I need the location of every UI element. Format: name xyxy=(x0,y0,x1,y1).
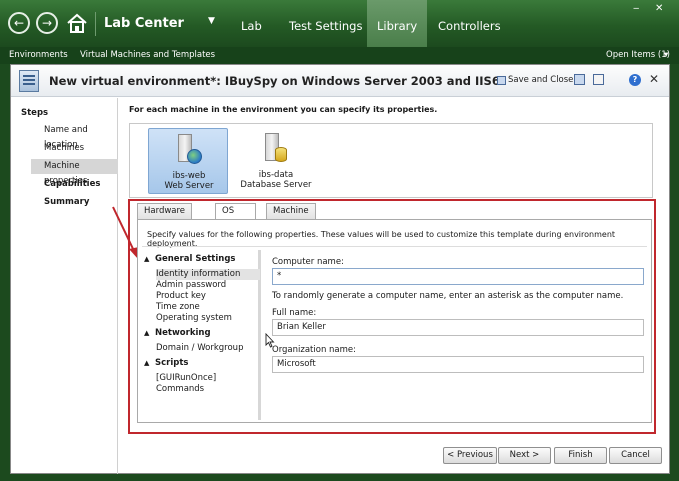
close-icon[interactable]: ✕ xyxy=(649,72,659,86)
window-close-icon[interactable]: ✕ xyxy=(655,3,663,14)
tree-item-operating-system[interactable]: Operating system xyxy=(156,313,260,324)
top-navigation-bar: ← → Lab Center ▼ Lab Test Settings Libra… xyxy=(0,0,679,47)
home-icon[interactable] xyxy=(66,13,88,33)
cancel-button[interactable]: Cancel xyxy=(609,447,662,464)
save-icon[interactable] xyxy=(574,74,585,85)
open-items-menu[interactable]: Open Items (1) xyxy=(606,50,670,60)
step-summary[interactable]: Summary xyxy=(31,195,118,210)
full-name-label: Full name: xyxy=(272,308,317,318)
divider xyxy=(142,246,647,247)
save-and-close-button[interactable]: Save and Close xyxy=(508,75,573,85)
tab-library[interactable]: Library xyxy=(367,0,428,47)
copy-icon[interactable] xyxy=(593,74,604,85)
machine-role: Database Server xyxy=(240,180,312,190)
computer-name-label: Computer name: xyxy=(272,257,344,267)
step-machine-properties[interactable]: Machine properties xyxy=(31,159,118,186)
machine-name: ibs-data xyxy=(258,170,294,180)
collapse-icon[interactable]: ▲ xyxy=(144,255,155,263)
nav-separator xyxy=(95,12,96,36)
help-icon[interactable]: ? xyxy=(629,74,641,86)
link-virtual-machines-templates[interactable]: Virtual Machines and Templates xyxy=(80,50,215,60)
app-title: Lab Center xyxy=(104,16,184,31)
collapse-icon[interactable]: ▲ xyxy=(144,329,155,337)
tab-os-profile[interactable]: OS profile xyxy=(215,203,256,231)
machine-role: Web Server xyxy=(164,181,214,191)
previous-button[interactable]: < Previous xyxy=(443,447,497,464)
instructions-text: For each machine in the environment you … xyxy=(129,105,438,114)
forward-icon[interactable]: → xyxy=(36,12,58,34)
tab-lab[interactable]: Lab xyxy=(231,0,272,47)
steps-panel: Steps Name and location Machines Machine… xyxy=(11,98,118,474)
minimize-icon[interactable]: ‒ xyxy=(633,3,639,14)
step-name-and-location[interactable]: Name and location xyxy=(31,123,118,150)
save-close-icon[interactable] xyxy=(497,76,506,85)
step-machines[interactable]: Machines xyxy=(31,141,118,156)
computer-name-hint: To randomly generate a computer name, en… xyxy=(272,291,624,301)
sub-navigation-bar: Environments Virtual Machines and Templa… xyxy=(0,47,679,64)
next-button[interactable]: Next > xyxy=(498,447,551,464)
globe-icon xyxy=(187,149,202,164)
tab-test-settings[interactable]: Test Settings xyxy=(279,0,372,47)
tree-item-guirunonce-commands[interactable]: [GUIRunOnce] Commands xyxy=(156,373,260,394)
organization-name-label: Organization name: xyxy=(272,345,357,355)
collapse-icon[interactable]: ▲ xyxy=(144,359,155,367)
computer-name-field[interactable]: * xyxy=(272,268,644,285)
database-icon xyxy=(275,147,287,162)
window-title: New virtual environment*: IBuySpy on Win… xyxy=(49,74,500,88)
machine-name: ibs-web xyxy=(172,171,206,181)
tree-item-domain-workgroup[interactable]: Domain / Workgroup xyxy=(156,343,260,354)
link-environments[interactable]: Environments xyxy=(9,50,68,60)
window-titlebar: New virtual environment*: IBuySpy on Win… xyxy=(11,65,669,97)
os-profile-panel: Specify values for the following propert… xyxy=(137,219,652,423)
group-scripts[interactable]: ▲ Scripts xyxy=(144,358,188,368)
machine-ibs-web[interactable]: ibs-web Web Server xyxy=(148,128,228,194)
tree-item-product-key[interactable]: Product key xyxy=(156,291,260,302)
tab-controllers[interactable]: Controllers xyxy=(428,0,511,47)
back-icon[interactable]: ← xyxy=(8,12,30,34)
new-environment-window: New virtual environment*: IBuySpy on Win… xyxy=(10,64,670,474)
tree-item-identity-information[interactable]: Identity information xyxy=(156,269,260,280)
machine-ibs-data[interactable]: ibs-data Database Server xyxy=(236,128,316,194)
dropdown-icon[interactable]: ▼ xyxy=(208,16,215,26)
cursor-icon xyxy=(265,333,275,348)
finish-button[interactable]: Finish xyxy=(554,447,607,464)
organization-name-field[interactable]: Microsoft xyxy=(272,356,644,373)
tree-item-time-zone[interactable]: Time zone xyxy=(156,302,260,313)
tree-item-admin-password[interactable]: Admin password xyxy=(156,280,260,291)
tab-machine-tags[interactable]: Machine tags xyxy=(266,203,316,231)
identity-form: Computer name: * To randomly generate a … xyxy=(270,250,650,420)
chevron-down-icon[interactable]: ▾ xyxy=(664,50,668,60)
steps-header: Steps xyxy=(21,108,49,118)
group-networking[interactable]: ▲ Networking xyxy=(144,328,211,338)
full-name-field[interactable]: Brian Keller xyxy=(272,319,644,336)
group-general-settings[interactable]: ▲ General Settings xyxy=(144,254,235,264)
template-icon xyxy=(19,70,39,92)
step-capabilities[interactable]: Capabilities xyxy=(31,177,118,192)
machine-list: ibs-web Web Server ibs-data Database Ser… xyxy=(129,123,653,198)
tab-hardware-profile[interactable]: Hardware profile xyxy=(137,203,193,231)
settings-tree: ▲ General Settings Identity information A… xyxy=(142,250,261,420)
